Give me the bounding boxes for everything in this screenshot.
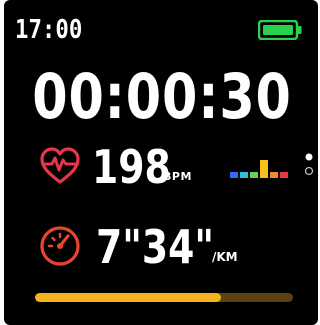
- status-bar: 17:00: [15, 16, 304, 44]
- heart-pulse-icon: [40, 147, 80, 184]
- page-dot[interactable]: [304, 166, 314, 176]
- pace-value: 7"34": [96, 220, 215, 274]
- progress-fill: [35, 293, 221, 302]
- speedometer-icon: [40, 226, 80, 266]
- zone-bar: [280, 172, 288, 178]
- heart-rate-row: 198 BPM: [38, 140, 314, 196]
- heart-rate-zone-chart: [230, 160, 288, 178]
- pace-row: 7"34" /KM: [38, 218, 308, 278]
- heart-rate-unit: BPM: [163, 170, 192, 183]
- watch-screen: 17:00 00:00:30 198 BPM 7"34" /KM: [4, 0, 318, 325]
- battery-full-icon: [258, 20, 302, 40]
- heart-rate-value: 198: [92, 140, 171, 194]
- elapsed-timer: 00:00:30: [32, 60, 292, 133]
- progress-bar: [35, 293, 293, 302]
- zone-bar: [260, 160, 268, 178]
- page-indicator[interactable]: [304, 150, 314, 180]
- zone-bar: [230, 172, 238, 178]
- pace-unit: /KM: [212, 250, 238, 264]
- zone-bar: [250, 172, 258, 178]
- page-dot[interactable]: [305, 153, 313, 161]
- zone-bar: [270, 172, 278, 178]
- clock-time: 17:00: [15, 15, 83, 45]
- zone-bar: [240, 172, 248, 178]
